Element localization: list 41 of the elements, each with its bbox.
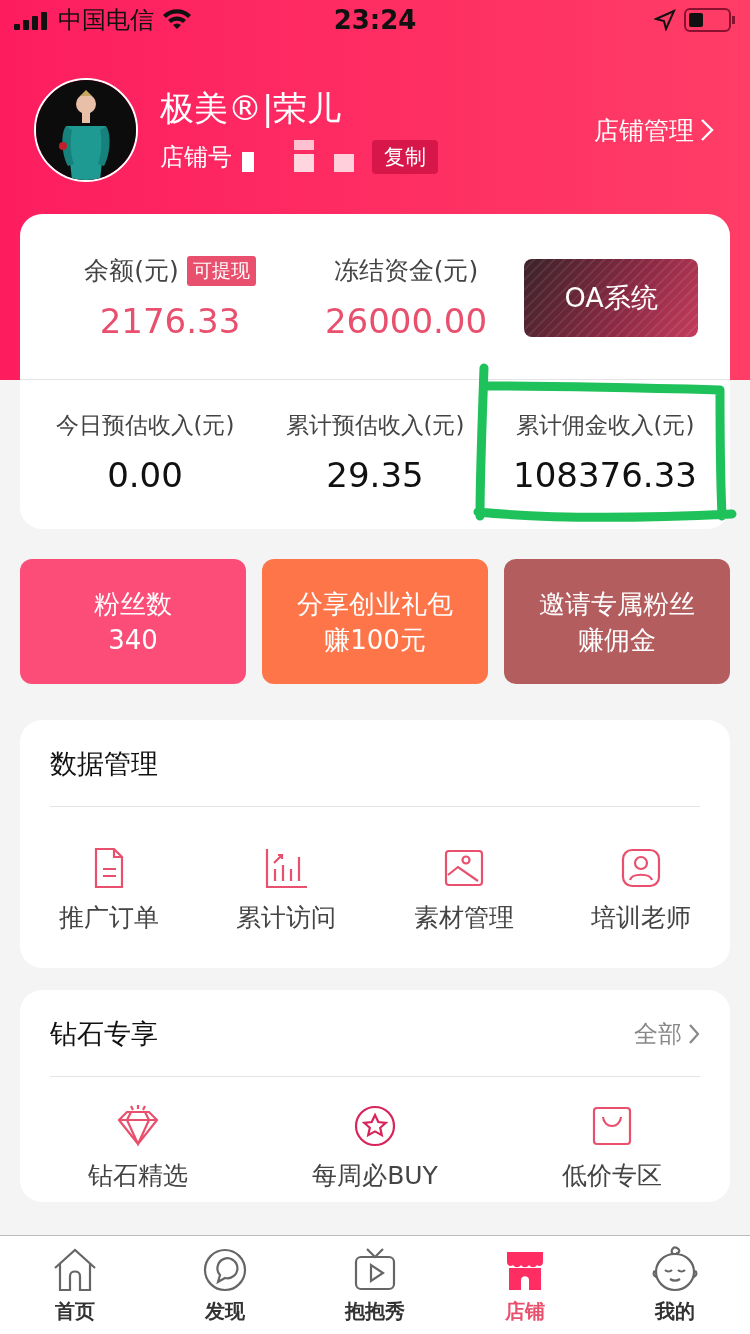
baby-face-icon bbox=[651, 1245, 699, 1294]
view-all-link[interactable]: 全部 bbox=[634, 1018, 700, 1050]
fund-label: 余额(元) bbox=[84, 255, 179, 287]
feature-label[interactable]: 每周必BUY bbox=[312, 1159, 438, 1192]
fund-amount: 2176.33 bbox=[99, 301, 241, 341]
promo-tile[interactable]: 邀请专属粉丝 赚佣金 bbox=[504, 559, 730, 684]
section-title: 数据管理 bbox=[50, 747, 158, 781]
withdrawable-tag: 可提现 bbox=[186, 255, 256, 286]
clock-time: 23:24 bbox=[333, 5, 417, 35]
income-value: 108376.33 bbox=[513, 455, 697, 495]
fund-amount: 26000.00 bbox=[324, 301, 488, 341]
battery-icon bbox=[684, 8, 736, 32]
store-number-label: 店铺号 bbox=[160, 142, 232, 173]
tab-label[interactable]: 我的 bbox=[655, 1297, 695, 1325]
tab-label[interactable]: 抱抱秀 bbox=[345, 1297, 405, 1325]
section-title: 钻石专享 bbox=[50, 1017, 158, 1051]
fund-label: 冻结资金(元) bbox=[333, 255, 479, 287]
income-value: 29.35 bbox=[326, 455, 424, 495]
tab-label[interactable]: 发现 bbox=[205, 1297, 245, 1325]
income-label: 今日预估收入(元) bbox=[55, 411, 235, 440]
shop-owner-name: 极美®|荣儿 bbox=[160, 87, 343, 130]
tab-label[interactable]: 首页 bbox=[55, 1297, 95, 1325]
feature-label[interactable]: 钻石精选 bbox=[88, 1159, 189, 1192]
feature-label[interactable]: 培训老师 bbox=[591, 901, 692, 934]
income-value: 0.00 bbox=[107, 455, 183, 495]
income-label: 累计佣金收入(元) bbox=[515, 411, 695, 440]
chevron-right-icon bbox=[688, 1023, 700, 1045]
feature-label[interactable]: 素材管理 bbox=[413, 901, 514, 934]
feature-label[interactable]: 累计访问 bbox=[236, 901, 337, 934]
store-management-link[interactable]: 店铺管理 bbox=[594, 113, 714, 147]
wifi-icon bbox=[162, 9, 192, 31]
copy-button[interactable]: 复制 bbox=[372, 140, 438, 174]
feature-label[interactable]: 推广订单 bbox=[58, 901, 159, 934]
income-label: 累计预估收入(元) bbox=[285, 411, 465, 440]
chevron-right-icon bbox=[700, 118, 714, 142]
signal-icon bbox=[14, 10, 50, 30]
feature-label[interactable]: 低价专区 bbox=[561, 1159, 662, 1192]
location-arrow-icon bbox=[654, 9, 676, 31]
carrier-name: 中国电信 bbox=[58, 5, 154, 36]
tab-label[interactable]: 店铺 bbox=[505, 1297, 545, 1325]
oa-system-button[interactable]: OA系统 bbox=[524, 258, 698, 337]
